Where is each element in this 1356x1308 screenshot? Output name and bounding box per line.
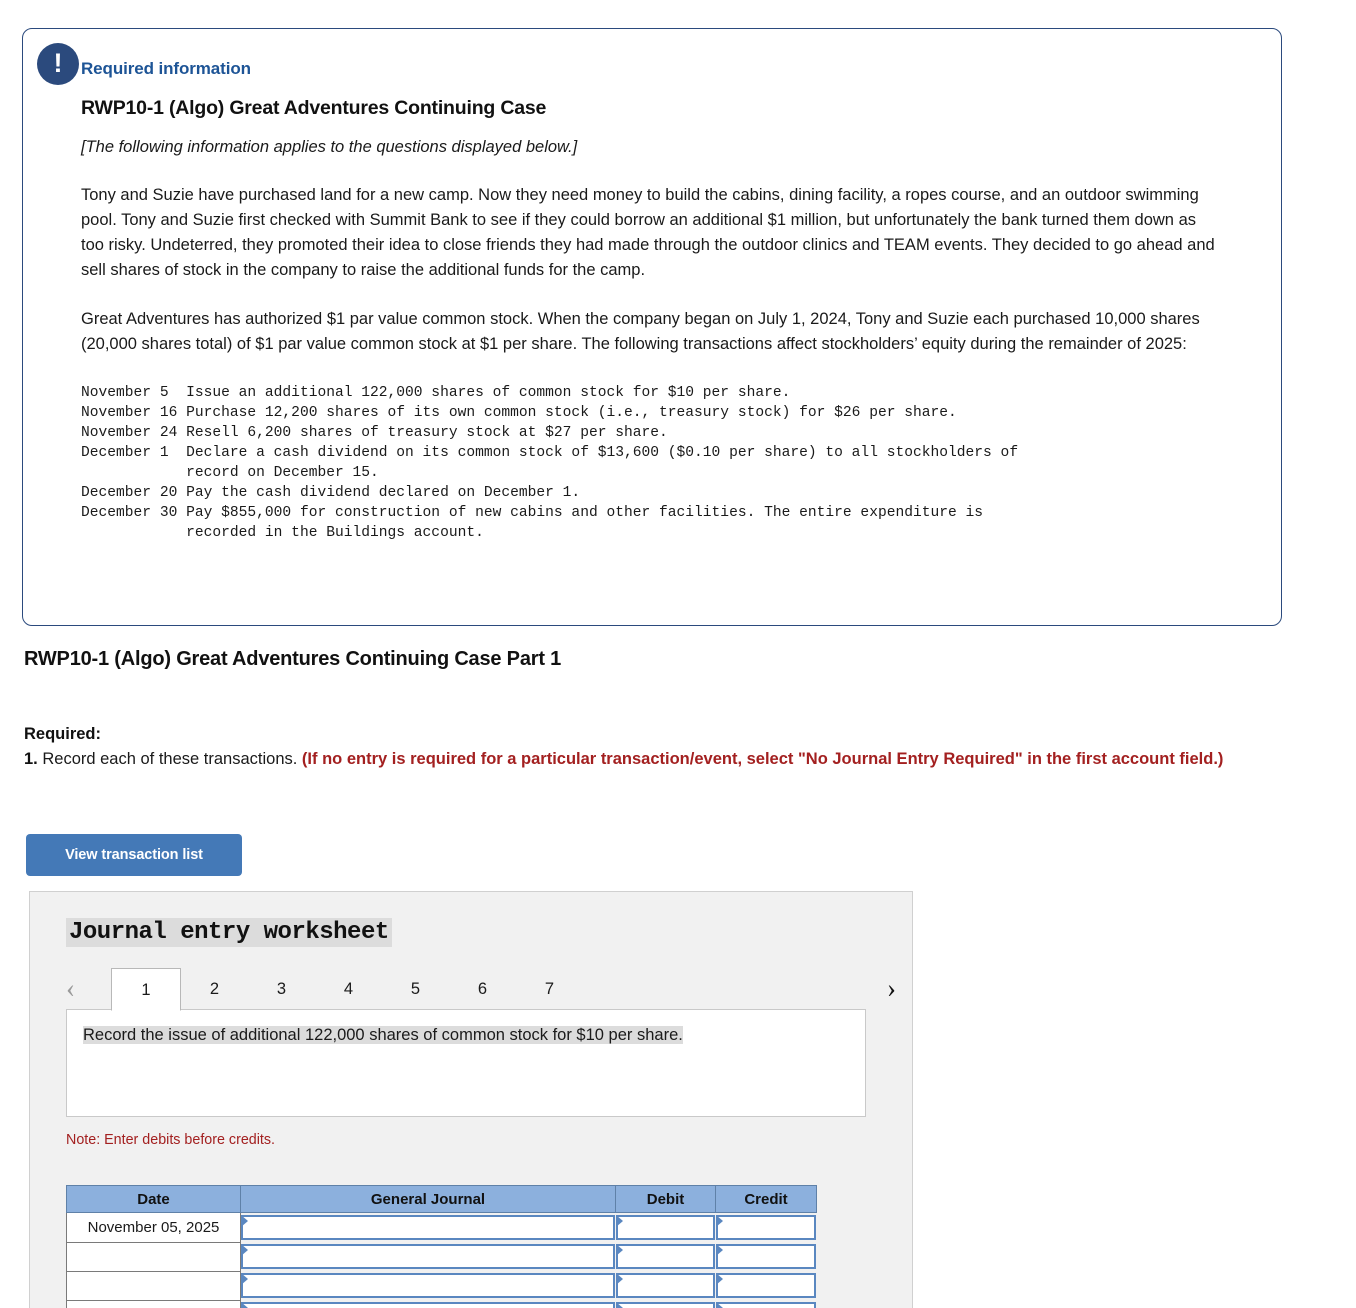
worksheet-tab-7[interactable]: 7 [516,968,583,1010]
worksheet-description-box: Record the issue of additional 122,000 s… [66,1009,866,1117]
case-paragraph-2: Great Adventures has authorized $1 par v… [81,310,1200,353]
credit-input[interactable] [715,1215,816,1240]
exclamation-icon: ! [37,43,79,85]
required-information-link[interactable]: Required information [81,59,1241,79]
account-select[interactable] [241,1215,615,1240]
debit-input[interactable] [615,1273,715,1298]
applies-note: [The following information applies to th… [81,138,578,156]
required-item-text: Record each of these transactions. [37,750,302,768]
worksheet-title: Journal entry worksheet [66,918,392,947]
worksheet-tab-strip: ‹ › 1 2 3 4 5 6 7 [66,968,896,1011]
worksheet-tab-4[interactable]: 4 [315,968,382,1010]
worksheet-tab-2[interactable]: 2 [181,968,248,1010]
date-cell[interactable] [66,1299,241,1308]
column-header-general-journal: General Journal [240,1185,616,1213]
credit-cell[interactable] [715,1300,817,1308]
worksheet-description: Record the issue of additional 122,000 s… [83,1026,683,1044]
transaction-list: November 5 Issue an additional 122,000 s… [81,385,1019,541]
general-journal-cell[interactable] [241,1300,616,1308]
question-page: ! Required information RWP10-1 (Algo) Gr… [0,0,1356,1308]
debit-input[interactable] [615,1215,715,1240]
debit-cell[interactable] [615,1271,716,1300]
column-header-date: Date [66,1185,241,1213]
required-label: Required: [24,725,102,743]
credit-input[interactable] [715,1302,816,1308]
debit-input[interactable] [615,1302,715,1308]
required-item-number: 1. [24,750,38,768]
general-journal-cell[interactable] [241,1271,616,1300]
credit-cell[interactable] [715,1242,817,1271]
general-journal-cell[interactable] [241,1213,616,1243]
table-header-row: Date General Journal Debit Credit [66,1185,817,1213]
required-red-note: (If no entry is required for a particula… [301,750,1224,768]
worksheet-tab-6[interactable]: 6 [449,968,516,1010]
table-row [66,1241,817,1272]
worksheet-tab-5[interactable]: 5 [382,968,449,1010]
journal-entry-table: Date General Journal Debit Credit Novemb… [66,1185,817,1308]
date-cell[interactable]: November 05, 2025 [66,1212,241,1243]
credit-cell[interactable] [715,1271,817,1300]
date-cell[interactable] [66,1270,241,1301]
card-content: Required information RWP10-1 (Algo) Grea… [23,29,1281,553]
required-information-card: ! Required information RWP10-1 (Algo) Gr… [22,28,1282,626]
table-row [66,1270,817,1301]
column-header-credit: Credit [715,1185,817,1213]
previous-tab-arrow-icon[interactable]: ‹ [66,974,75,1002]
credit-input[interactable] [715,1244,816,1269]
worksheet-tab-1[interactable]: 1 [111,968,181,1011]
table-row [66,1299,817,1308]
required-block: Required: 1. Record each of these transa… [24,722,1294,772]
case-paragraph-1: Tony and Suzie have purchased land for a… [81,186,1215,279]
date-cell[interactable] [66,1241,241,1272]
part-title: RWP10-1 (Algo) Great Adventures Continui… [24,648,562,670]
debits-before-credits-note: Note: Enter debits before credits. [66,1132,276,1148]
worksheet-tab-3[interactable]: 3 [248,968,315,1010]
account-select[interactable] [241,1302,615,1308]
credit-input[interactable] [715,1273,816,1298]
debit-input[interactable] [615,1244,715,1269]
worksheet-description-wrapper: Record the issue of additional 122,000 s… [83,1023,849,1047]
case-title: RWP10-1 (Algo) Great Adventures Continui… [81,97,547,119]
general-journal-cell[interactable] [241,1242,616,1271]
view-transaction-list-button[interactable]: View transaction list [26,834,242,876]
table-row: November 05, 2025 [66,1212,817,1243]
next-tab-arrow-icon[interactable]: › [887,974,896,1002]
debit-cell[interactable] [615,1300,716,1308]
journal-entry-worksheet-panel: Journal entry worksheet ‹ › 1 2 3 4 5 6 … [29,891,913,1308]
exclamation-glyph: ! [53,47,63,78]
account-select[interactable] [241,1244,615,1269]
credit-cell[interactable] [715,1213,817,1243]
debit-cell[interactable] [615,1242,716,1271]
account-select[interactable] [241,1273,615,1298]
column-header-debit: Debit [615,1185,716,1213]
debit-cell[interactable] [615,1213,716,1243]
